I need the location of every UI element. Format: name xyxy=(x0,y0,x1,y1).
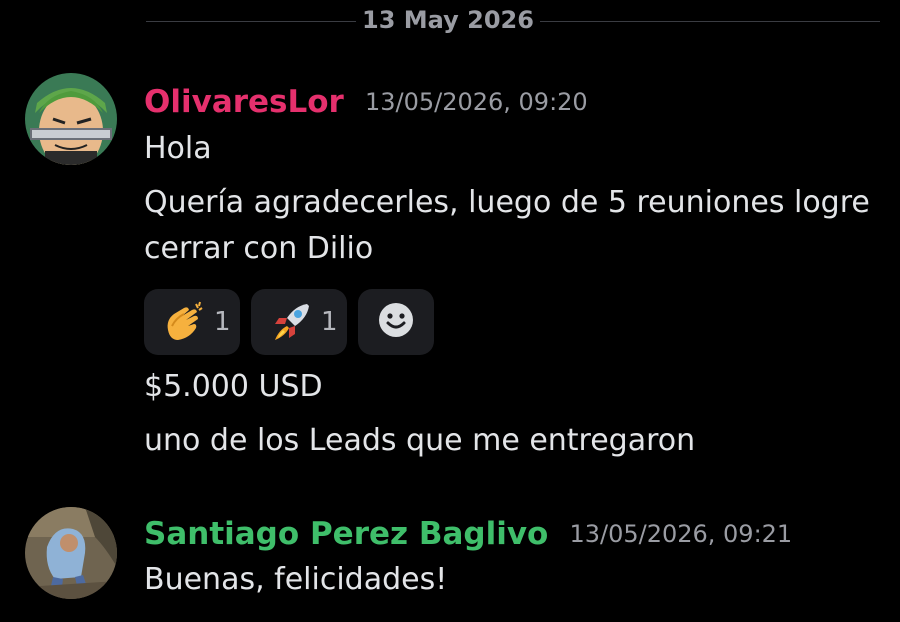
rocket-icon xyxy=(269,300,313,344)
message-header: OlivaresLor 13/05/2026, 09:20 xyxy=(144,84,588,120)
add-reaction-button[interactable] xyxy=(358,289,434,355)
message-text: $5.000 USD xyxy=(144,369,323,404)
message-text: Quería agradecerles, luego de 5 reunione… xyxy=(144,185,870,220)
avatar[interactable] xyxy=(25,73,117,165)
date-divider: 13 May 2026 xyxy=(0,0,900,44)
timestamp: 13/05/2026, 09:20 xyxy=(364,88,588,116)
author-name[interactable]: Santiago Perez Baglivo xyxy=(144,516,548,552)
message-text: Buenas, felicidades! xyxy=(144,562,448,597)
author-name[interactable]: OlivaresLor xyxy=(144,84,344,120)
avatar[interactable] xyxy=(25,507,117,599)
reaction-rocket[interactable]: 1 xyxy=(251,289,347,355)
divider-line-right xyxy=(540,21,880,22)
message-header: Santiago Perez Baglivo 13/05/2026, 09:21 xyxy=(144,516,792,552)
message-text: uno de los Leads que me entregaron xyxy=(144,423,696,458)
message-text: cerrar con Dilio xyxy=(144,231,374,266)
divider-date: 13 May 2026 xyxy=(362,6,534,34)
reaction-count: 1 xyxy=(321,307,338,337)
reaction-clapping-hands[interactable]: 1 xyxy=(144,289,240,355)
divider-line-left xyxy=(146,21,356,22)
message-text: Hola xyxy=(144,131,212,166)
smiley-icon xyxy=(377,301,415,343)
reaction-count: 1 xyxy=(214,307,231,337)
timestamp: 13/05/2026, 09:21 xyxy=(569,520,793,548)
clapping-hands-icon xyxy=(162,300,206,344)
